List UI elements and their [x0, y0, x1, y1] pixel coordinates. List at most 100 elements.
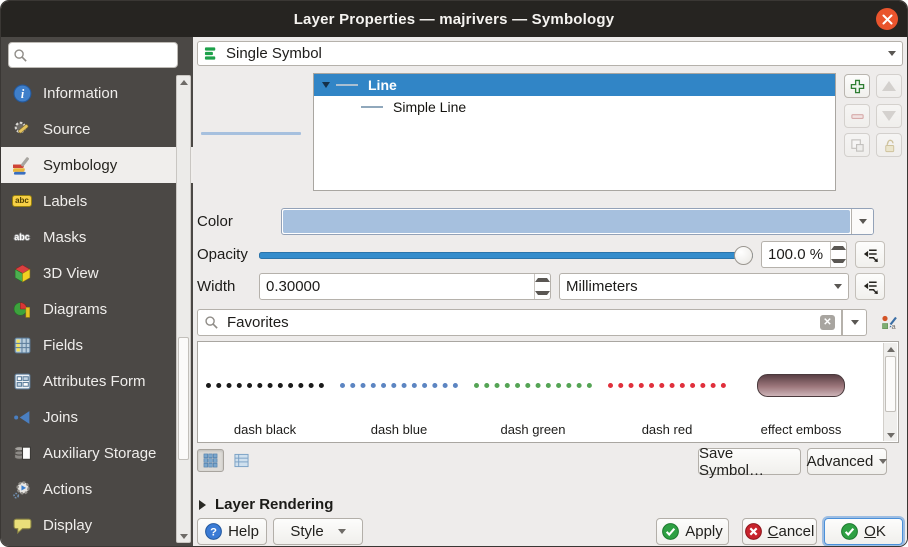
spin-down-icon[interactable]	[535, 287, 550, 300]
move-down-button[interactable]	[876, 104, 902, 128]
advanced-button[interactable]: Advanced	[807, 448, 887, 475]
slider-handle[interactable]	[734, 246, 753, 265]
display-icon	[12, 515, 32, 535]
spin-down-icon[interactable]	[831, 255, 846, 268]
sidebar-item-auxiliary-storage[interactable]: Auxiliary Storage	[1, 435, 193, 471]
chevron-down-icon	[834, 284, 842, 289]
ok-button[interactable]: OK	[824, 518, 903, 545]
chevron-down-icon	[338, 529, 346, 534]
scrollbar-thumb[interactable]	[885, 356, 896, 412]
symbol-item-dash-black[interactable]: dash black	[198, 342, 332, 442]
sidebar-item-display[interactable]: Display	[1, 507, 193, 543]
sidebar-item-label: Actions	[43, 481, 92, 498]
lock-open-icon	[882, 138, 897, 153]
renderer-combobox[interactable]: Single Symbol	[197, 41, 903, 66]
symbol-item-dash-green[interactable]: dash green	[466, 342, 600, 442]
opacity-data-defined-override-button[interactable]	[855, 241, 885, 268]
apply-button[interactable]: Apply	[656, 518, 729, 545]
dash-blue-preview	[340, 383, 458, 388]
sidebar-item-masks[interactable]: abc Masks	[1, 219, 193, 255]
style-manager-button[interactable]: a	[876, 309, 902, 336]
scroll-up-icon[interactable]	[180, 80, 188, 85]
ok-label: OK	[864, 523, 886, 540]
symbol-panel-scrollbar[interactable]	[883, 343, 897, 441]
color-button[interactable]	[281, 208, 874, 235]
icon-view-toggle-button[interactable]	[197, 449, 224, 472]
sidebar-item-source[interactable]: Source	[1, 111, 193, 147]
color-label: Color	[197, 213, 233, 230]
remove-symbol-layer-button[interactable]	[844, 104, 870, 128]
window-title: Layer Properties — majrivers — Symbology	[294, 11, 615, 28]
slider-track[interactable]	[259, 252, 753, 259]
symbol-item-dash-red[interactable]: dash red	[600, 342, 734, 442]
help-button[interactable]: ? Help	[197, 518, 267, 545]
sidebar-item-attributes-form[interactable]: Attributes Form	[1, 363, 193, 399]
masks-icon: abc	[12, 227, 32, 247]
filter-dropdown-button[interactable]	[842, 309, 867, 336]
check-icon	[662, 523, 679, 540]
joins-icon	[12, 407, 32, 427]
advanced-label: Advanced	[807, 453, 874, 470]
sidebar-item-fields[interactable]: Fields	[1, 327, 193, 363]
symbol-item-label: effect emboss	[734, 422, 868, 437]
sidebar-item-information[interactable]: i Information	[1, 75, 193, 111]
sidebar-search-box	[8, 42, 178, 68]
clear-filter-icon[interactable]: ✕	[820, 315, 835, 330]
sidebar-item-label: Diagrams	[43, 301, 107, 318]
plus-icon	[850, 79, 865, 94]
symbology-panel: Single Symbol Line Simple Line	[193, 37, 907, 546]
add-symbol-layer-button[interactable]	[844, 74, 870, 98]
symbol-item-dash-blue[interactable]: dash blue	[332, 342, 466, 442]
sidebar-item-actions[interactable]: Actions	[1, 471, 193, 507]
symbol-item-effect-emboss[interactable]: effect emboss	[734, 342, 868, 442]
sidebar-item-label: Symbology	[43, 157, 117, 174]
sidebar-item-symbology[interactable]: Symbology	[1, 147, 193, 183]
lock-color-button[interactable]	[876, 133, 902, 157]
scroll-down-icon[interactable]	[180, 534, 188, 539]
chevron-down-icon	[859, 219, 867, 224]
scroll-down-icon[interactable]	[887, 433, 895, 438]
sidebar-scrollbar[interactable]	[176, 75, 191, 543]
symbol-item-label: dash green	[466, 422, 600, 437]
spin-up-icon[interactable]	[535, 274, 550, 287]
sidebar-items: i Information Source Symbology abc Label…	[1, 75, 193, 543]
color-dropdown-arrow[interactable]	[851, 209, 873, 234]
list-view-toggle-button[interactable]	[228, 449, 255, 472]
help-label: Help	[228, 523, 259, 540]
save-symbol-button[interactable]: Save Symbol…	[698, 448, 801, 475]
scrollbar-thumb[interactable]	[178, 337, 189, 460]
expand-arrow-icon[interactable]	[322, 82, 330, 88]
symbol-tree-item-line[interactable]: Line	[314, 74, 835, 96]
opacity-slider[interactable]	[259, 243, 753, 266]
duplicate-icon	[850, 138, 865, 153]
chevron-down-icon	[851, 320, 859, 325]
symbol-filter-input[interactable]	[225, 313, 814, 332]
spin-up-icon[interactable]	[831, 242, 846, 255]
sidebar-search-input[interactable]	[28, 46, 173, 64]
layer-rendering-section-header[interactable]: Layer Rendering	[199, 496, 333, 513]
cancel-button[interactable]: Cancel	[742, 518, 817, 545]
width-data-defined-override-button[interactable]	[855, 273, 885, 300]
width-input[interactable]	[260, 274, 534, 299]
sidebar-item-3d-view[interactable]: 3D View	[1, 255, 193, 291]
style-button[interactable]: Style	[273, 518, 363, 545]
symbol-preview-panel: dash black dash blue dash green dash red…	[197, 341, 899, 443]
sidebar-item-labels[interactable]: abc Labels	[1, 183, 193, 219]
dash-black-preview	[206, 383, 324, 388]
sidebar-item-joins[interactable]: Joins	[1, 399, 193, 435]
duplicate-button[interactable]	[844, 133, 870, 157]
apply-label: Apply	[685, 523, 723, 540]
scroll-up-icon[interactable]	[887, 347, 895, 352]
width-unit-combobox[interactable]: Millimeters	[559, 273, 849, 300]
sidebar-item-label: 3D View	[43, 265, 99, 282]
sidebar-item-diagrams[interactable]: Diagrams	[1, 291, 193, 327]
style-manager-icon: a	[880, 314, 898, 332]
move-up-button[interactable]	[876, 74, 902, 98]
dash-green-preview	[474, 383, 592, 388]
cancel-icon	[745, 523, 762, 540]
symbol-tree-item-simple-line[interactable]: Simple Line	[314, 96, 835, 118]
search-icon	[13, 48, 28, 63]
opacity-input[interactable]	[762, 242, 830, 267]
sidebar-item-label: Masks	[43, 229, 86, 246]
close-button[interactable]	[876, 8, 898, 30]
